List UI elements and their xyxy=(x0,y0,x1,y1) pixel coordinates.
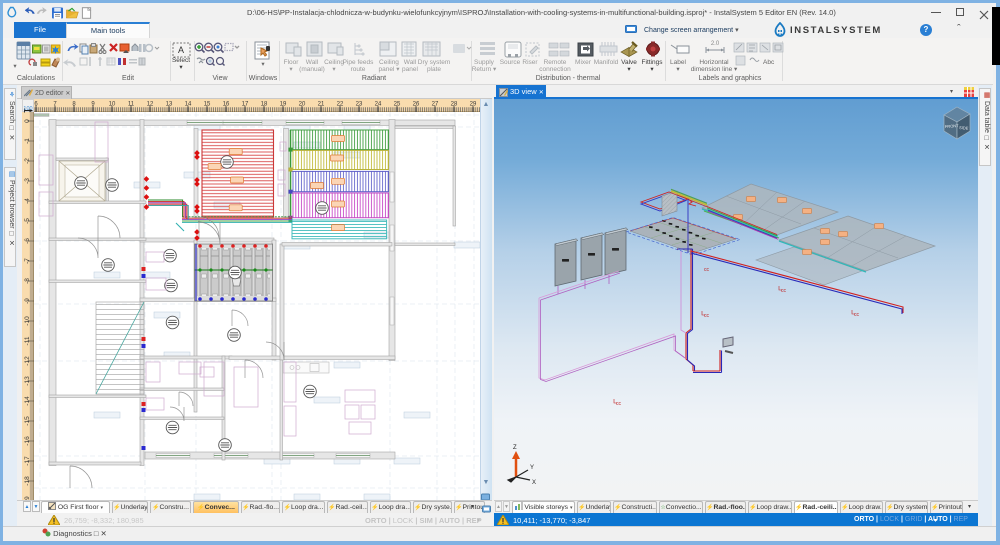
svg-text:A: A xyxy=(178,45,184,55)
svg-text:cc: cc xyxy=(704,267,710,273)
svg-text:cc: cc xyxy=(616,401,622,407)
svg-text:X: X xyxy=(532,480,536,486)
svg-text:Abc: Abc xyxy=(763,59,775,66)
svg-text:Y: Y xyxy=(530,465,534,471)
svg-text:FRONT: FRONT xyxy=(945,123,960,129)
svg-text:SIDE: SIDE xyxy=(959,125,969,131)
svg-text:2.0: 2.0 xyxy=(711,41,720,47)
svg-text:cc: cc xyxy=(704,313,710,319)
svg-text:cc: cc xyxy=(854,312,860,318)
svg-text:Z: Z xyxy=(513,445,517,451)
svg-text:cc: cc xyxy=(781,288,787,294)
